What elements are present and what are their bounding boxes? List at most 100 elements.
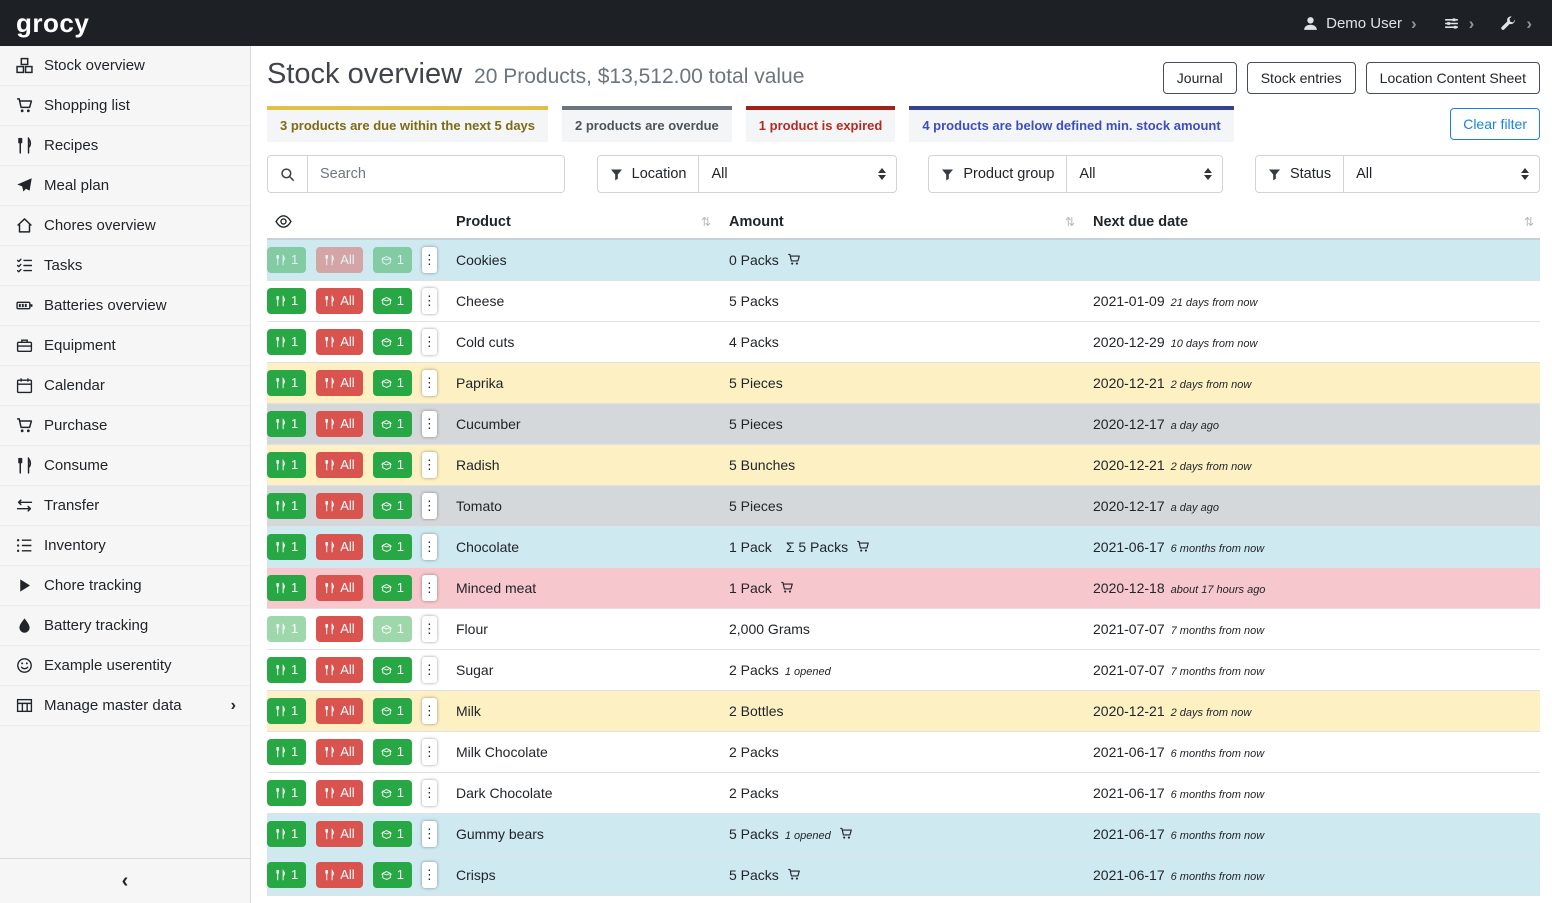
consume-one-button[interactable]: 1 <box>267 739 306 765</box>
eye-icon[interactable] <box>275 213 292 230</box>
status-select[interactable]: All <box>1344 156 1539 192</box>
consume-all-button[interactable]: All <box>316 329 362 355</box>
sidebar-item-consume[interactable]: Consume <box>0 446 250 486</box>
sidebar-item-recipes[interactable]: Recipes <box>0 126 250 166</box>
product-name[interactable]: Milk <box>456 703 481 719</box>
consume-one-button[interactable]: 1 <box>267 616 306 642</box>
sidebar-item-purchase[interactable]: Purchase <box>0 406 250 446</box>
sidebar-item-inventory[interactable]: Inventory <box>0 526 250 566</box>
product-name[interactable]: Cookies <box>456 252 507 268</box>
journal-button[interactable]: Journal <box>1163 62 1237 94</box>
status-banner[interactable]: 1 product is expired <box>746 106 896 142</box>
consume-one-button[interactable]: 1 <box>267 657 306 683</box>
product-name[interactable]: Flour <box>456 621 488 637</box>
consume-one-button[interactable]: 1 <box>267 370 306 396</box>
row-menu-button[interactable]: ⋮ <box>422 616 437 642</box>
consume-all-button[interactable]: All <box>316 657 362 683</box>
consume-one-button[interactable]: 1 <box>267 329 306 355</box>
status-banner[interactable]: 4 products are below defined min. stock … <box>909 106 1233 142</box>
open-one-button[interactable]: 1 <box>373 288 412 314</box>
open-one-button[interactable]: 1 <box>373 411 412 437</box>
consume-all-button[interactable]: All <box>316 493 362 519</box>
open-one-button[interactable]: 1 <box>373 739 412 765</box>
open-one-button[interactable]: 1 <box>373 370 412 396</box>
product-name[interactable]: Paprika <box>456 375 503 391</box>
sidebar-item-battery-tracking[interactable]: Battery tracking <box>0 606 250 646</box>
row-menu-button[interactable]: ⋮ <box>422 370 437 396</box>
product-name[interactable]: Tomato <box>456 498 502 514</box>
grocy-logo[interactable]: grocy <box>16 8 89 39</box>
row-menu-button[interactable]: ⋮ <box>422 534 437 560</box>
sidebar-item-example-userentity[interactable]: Example userentity <box>0 646 250 686</box>
consume-one-button[interactable]: 1 <box>267 452 306 478</box>
open-one-button[interactable]: 1 <box>373 862 412 888</box>
row-menu-button[interactable]: ⋮ <box>422 862 437 888</box>
product-name[interactable]: Minced meat <box>456 580 536 596</box>
open-one-button[interactable]: 1 <box>373 575 412 601</box>
sidebar-item-tasks[interactable]: Tasks <box>0 246 250 286</box>
consume-one-button[interactable]: 1 <box>267 247 306 273</box>
product-name[interactable]: Crisps <box>456 867 496 883</box>
sidebar-item-batteries-overview[interactable]: Batteries overview <box>0 286 250 326</box>
sidebar-item-shopping-list[interactable]: Shopping list <box>0 86 250 126</box>
row-menu-button[interactable]: ⋮ <box>422 780 437 806</box>
product-group-select[interactable]: All <box>1067 156 1222 192</box>
open-one-button[interactable]: 1 <box>373 821 412 847</box>
product-name[interactable]: Cucumber <box>456 416 521 432</box>
consume-one-button[interactable]: 1 <box>267 411 306 437</box>
consume-all-button[interactable]: All <box>316 247 362 273</box>
settings-menu[interactable]: › <box>1443 15 1475 32</box>
consume-one-button[interactable]: 1 <box>267 698 306 724</box>
open-one-button[interactable]: 1 <box>373 780 412 806</box>
consume-one-button[interactable]: 1 <box>267 821 306 847</box>
consume-all-button[interactable]: All <box>316 411 362 437</box>
sidebar-item-transfer[interactable]: Transfer <box>0 486 250 526</box>
consume-all-button[interactable]: All <box>316 452 362 478</box>
consume-all-button[interactable]: All <box>316 575 362 601</box>
row-menu-button[interactable]: ⋮ <box>422 657 437 683</box>
sidebar-item-manage-master-data[interactable]: Manage master data › <box>0 686 250 726</box>
consume-all-button[interactable]: All <box>316 739 362 765</box>
consume-all-button[interactable]: All <box>316 534 362 560</box>
consume-all-button[interactable]: All <box>316 862 362 888</box>
status-banner[interactable]: 3 products are due within the next 5 day… <box>267 106 548 142</box>
row-menu-button[interactable]: ⋮ <box>422 452 437 478</box>
open-one-button[interactable]: 1 <box>373 452 412 478</box>
status-banner[interactable]: 2 products are overdue <box>562 106 732 142</box>
product-name[interactable]: Gummy bears <box>456 826 544 842</box>
product-name[interactable]: Radish <box>456 457 500 473</box>
row-menu-button[interactable]: ⋮ <box>422 247 437 273</box>
consume-all-button[interactable]: All <box>316 780 362 806</box>
sidebar-item-meal-plan[interactable]: Meal plan <box>0 166 250 206</box>
sidebar-item-calendar[interactable]: Calendar <box>0 366 250 406</box>
consume-one-button[interactable]: 1 <box>267 862 306 888</box>
sidebar-item-chore-tracking[interactable]: Chore tracking <box>0 566 250 606</box>
consume-one-button[interactable]: 1 <box>267 288 306 314</box>
sidebar-item-chores-overview[interactable]: Chores overview <box>0 206 250 246</box>
row-menu-button[interactable]: ⋮ <box>422 329 437 355</box>
row-menu-button[interactable]: ⋮ <box>422 575 437 601</box>
sidebar-item-stock-overview[interactable]: Stock overview <box>0 46 250 86</box>
product-name[interactable]: Cold cuts <box>456 334 514 350</box>
location-content-sheet-button[interactable]: Location Content Sheet <box>1366 62 1540 94</box>
open-one-button[interactable]: 1 <box>373 698 412 724</box>
row-menu-button[interactable]: ⋮ <box>422 821 437 847</box>
consume-all-button[interactable]: All <box>316 288 362 314</box>
product-name[interactable]: Chocolate <box>456 539 519 555</box>
consume-all-button[interactable]: All <box>316 698 362 724</box>
sort-icon[interactable]: ⇅ <box>1524 215 1534 229</box>
admin-menu[interactable]: › <box>1500 15 1532 32</box>
consume-one-button[interactable]: 1 <box>267 534 306 560</box>
consume-one-button[interactable]: 1 <box>267 780 306 806</box>
product-name[interactable]: Cheese <box>456 293 504 309</box>
stock-entries-button[interactable]: Stock entries <box>1247 62 1356 94</box>
row-menu-button[interactable]: ⋮ <box>422 739 437 765</box>
product-name[interactable]: Milk Chocolate <box>456 744 548 760</box>
user-menu[interactable]: Demo User › <box>1302 15 1417 32</box>
open-one-button[interactable]: 1 <box>373 534 412 560</box>
sidebar-item-equipment[interactable]: Equipment <box>0 326 250 366</box>
consume-all-button[interactable]: All <box>316 370 362 396</box>
consume-one-button[interactable]: 1 <box>267 493 306 519</box>
row-menu-button[interactable]: ⋮ <box>422 698 437 724</box>
sidebar-collapse-button[interactable]: ‹ <box>0 858 250 903</box>
